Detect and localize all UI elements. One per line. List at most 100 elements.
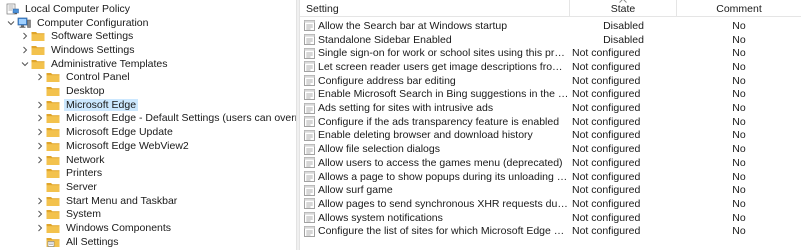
tree-item-label: Network	[66, 153, 105, 166]
console-tree[interactable]: Local Computer Policy Computer Configurat…	[0, 0, 296, 250]
setting-cell: Enable deleting browser and download his…	[300, 129, 570, 143]
tree-item-label: Administrative Templates	[51, 57, 168, 70]
policy-setting-icon	[304, 102, 315, 114]
chevron-down-icon[interactable]	[6, 17, 16, 29]
column-header-state[interactable]: State	[570, 0, 677, 17]
chevron-right-icon[interactable]	[20, 30, 30, 42]
policy-row[interactable]: Standalone Sidebar Enabled Disabled No	[300, 33, 801, 47]
policy-row[interactable]: Allow file selection dialogs Not configur…	[300, 142, 801, 156]
folder-icon	[46, 112, 60, 124]
state-cell: Not configured	[572, 211, 641, 224]
tree-item[interactable]: Software Settings	[20, 29, 135, 43]
state-cell: Not configured	[572, 129, 641, 142]
setting-cell: Let screen reader users get image descri…	[300, 60, 570, 74]
comment-cell: No	[732, 33, 746, 46]
tree-item[interactable]: Microsoft Edge WebView2	[35, 139, 191, 153]
policy-row[interactable]: Ads setting for sites with intrusive ads…	[300, 101, 801, 115]
tree-item[interactable]: Administrative Templates	[20, 57, 170, 71]
state-cell: Not configured	[572, 60, 641, 73]
tree-item[interactable]: Server	[35, 180, 99, 194]
chevron-right-icon[interactable]	[35, 99, 45, 111]
policy-settings-list[interactable]: Setting State Comment Allow the Search b…	[300, 0, 801, 250]
setting-name: Allows system notifications	[318, 211, 443, 224]
setting-cell: Allow surf game	[300, 183, 570, 197]
chevron-right-icon[interactable]	[35, 195, 45, 207]
chevron-right-icon[interactable]	[35, 126, 45, 138]
policy-computer-icon	[5, 3, 19, 15]
chevron-down-icon[interactable]	[20, 58, 30, 70]
policy-row[interactable]: Single sign-on for work or school sites …	[300, 46, 801, 60]
column-header-comment[interactable]: Comment	[677, 0, 801, 17]
policy-setting-icon	[304, 225, 315, 237]
tree-item-label: Windows Settings	[51, 43, 135, 56]
setting-name: Allow users to access the games menu (de…	[318, 156, 563, 169]
folder-icon	[46, 140, 60, 152]
chevron-right-icon[interactable]	[35, 140, 45, 152]
setting-name: Enable deleting browser and download his…	[318, 129, 533, 142]
tree-item[interactable]: Microsoft Edge Update	[35, 125, 175, 139]
state-cell: Not configured	[572, 47, 641, 60]
setting-cell: Standalone Sidebar Enabled	[300, 33, 570, 47]
setting-name: Configure if the ads transparency featur…	[318, 115, 560, 128]
setting-cell: Allows a page to show popups during its …	[300, 170, 570, 184]
tree-item[interactable]: Computer Configuration	[6, 16, 150, 30]
folder-icon	[46, 208, 60, 220]
comment-cell: No	[732, 19, 746, 32]
tree-item[interactable]: Control Panel	[35, 71, 132, 85]
comment-cell: No	[732, 211, 746, 224]
tree-item[interactable]: Start Menu and Taskbar	[35, 194, 179, 208]
policy-row[interactable]: Configure if the ads transparency featur…	[300, 115, 801, 129]
policy-setting-icon	[304, 116, 315, 128]
setting-cell: Ads setting for sites with intrusive ads	[300, 101, 570, 115]
setting-name: Allow file selection dialogs	[318, 143, 440, 156]
tree-item-label: Control Panel	[66, 71, 130, 84]
folder-icon	[46, 71, 60, 83]
chevron-right-icon[interactable]	[20, 44, 30, 56]
tree-item[interactable]: Windows Settings	[20, 43, 136, 57]
tree-item[interactable]: Desktop	[35, 84, 107, 98]
policy-row[interactable]: Allows a page to show popups during its …	[300, 170, 801, 184]
policy-row[interactable]: Enable deleting browser and download his…	[300, 129, 801, 143]
policy-row[interactable]: Allow surf game Not configured No	[300, 183, 801, 197]
policy-row[interactable]: Enable Microsoft Search in Bing suggesti…	[300, 88, 801, 102]
tree-item[interactable]: Local Computer Policy	[2, 2, 132, 16]
policy-setting-icon	[304, 20, 315, 32]
policy-row[interactable]: Allow pages to send synchronous XHR requ…	[300, 197, 801, 211]
setting-name: Let screen reader users get image descri…	[318, 60, 570, 73]
tree-item[interactable]: System	[35, 208, 103, 222]
folder-icon	[46, 181, 60, 193]
chevron-right-icon[interactable]	[35, 208, 45, 220]
tree-item[interactable]: Microsoft Edge	[35, 98, 139, 112]
column-header-setting[interactable]: Setting	[300, 0, 570, 17]
setting-cell: Configure the list of sites for which Mi…	[300, 225, 570, 239]
folder-icon	[46, 154, 60, 166]
policy-row[interactable]: Allows system notifications Not configure…	[300, 211, 801, 225]
policy-row[interactable]: Configure the list of sites for which Mi…	[300, 225, 801, 239]
tree-item[interactable]: All Settings	[35, 235, 121, 249]
tree-item[interactable]: Printers	[35, 166, 104, 180]
tree-item[interactable]: Network	[35, 153, 107, 167]
setting-cell: Allow users to access the games menu (de…	[300, 156, 570, 170]
tree-item[interactable]: Windows Components	[35, 221, 173, 235]
tree-item[interactable]: Microsoft Edge - Default Settings (users…	[35, 112, 296, 126]
policy-setting-icon	[304, 61, 315, 73]
tree-item-label: All Settings	[66, 235, 119, 248]
policy-row[interactable]: Configure address bar editing Not configu…	[300, 74, 801, 88]
policy-row[interactable]: Allow the Search bar at Windows startup D…	[300, 19, 801, 33]
chevron-right-icon[interactable]	[35, 71, 45, 83]
policy-row[interactable]: Let screen reader users get image descri…	[300, 60, 801, 74]
tree-item-label: Software Settings	[51, 30, 134, 43]
comment-cell: No	[732, 47, 746, 60]
policy-row[interactable]: Allow users to access the games menu (de…	[300, 156, 801, 170]
comment-cell: No	[732, 156, 746, 169]
chevron-right-icon[interactable]	[35, 222, 45, 234]
tree-item-label: System	[66, 208, 102, 221]
setting-cell: Allow file selection dialogs	[300, 142, 570, 156]
tree-item-label: Microsoft Edge WebView2	[66, 139, 189, 152]
folder-icon	[31, 44, 45, 56]
comment-cell: No	[732, 170, 746, 183]
state-cell: Not configured	[572, 102, 641, 115]
chevron-right-icon[interactable]	[35, 154, 45, 166]
chevron-right-icon[interactable]	[35, 112, 45, 124]
